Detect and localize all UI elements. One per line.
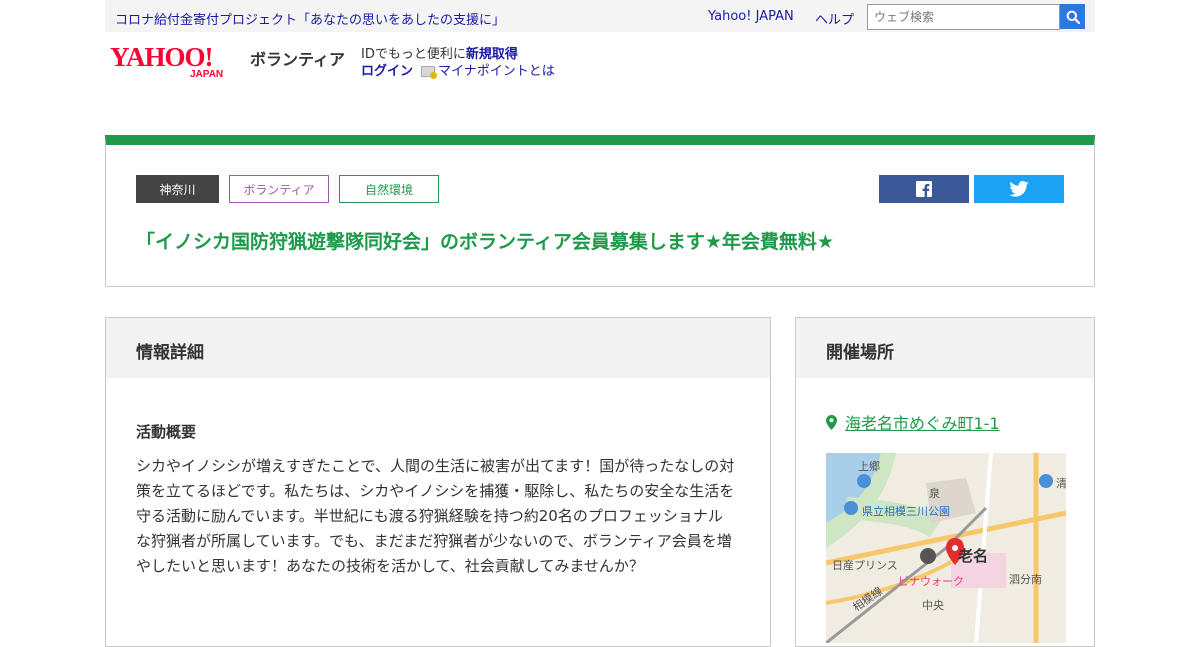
tag-category[interactable]: ボランティア — [229, 175, 329, 203]
corona-donation-link[interactable]: コロナ給付金寄付プロジェクト「あなたの思いをあしたの支援に」 — [115, 9, 505, 28]
map-graphic — [826, 453, 1066, 643]
web-search-input[interactable] — [867, 4, 1060, 30]
map-label-chuo: 中央 — [922, 599, 944, 612]
page-title: 「イノシカ国防狩猟遊撃隊同好会」のボランティア会員募集します★年会費無料★ — [136, 231, 834, 253]
help-link[interactable]: ヘルプ — [815, 9, 854, 28]
tag-prefecture[interactable]: 神奈川 — [136, 175, 219, 203]
yahoo-japan-logo[interactable]: YAHOO! JAPAN — [110, 42, 250, 82]
venue-map[interactable]: 上郷 泉 県立相模三川公園 日産プリンス 老名 ビナウォーク 相模線 中央 泗分… — [826, 453, 1066, 643]
twitter-share-button[interactable] — [974, 175, 1064, 203]
facebook-share-button[interactable] — [879, 175, 969, 203]
activity-summary-title: 活動概要 — [136, 423, 197, 441]
venue-address-link[interactable]: 海老名市めぐみ町1-1 — [826, 410, 1000, 434]
detail-panel: 情報詳細 活動概要 シカやイノシシが増えすぎたことで、人間の生活に被害が出てます… — [105, 317, 771, 647]
login-line: ログイン マイナポイントとは — [361, 60, 555, 79]
mynapoint-link[interactable]: マイナポイントとは — [438, 64, 555, 79]
map-label-sei: 清 — [1056, 477, 1066, 490]
map-label-kamigou: 上郷 — [858, 460, 880, 473]
map-label-park: 県立相模三川公園 — [862, 505, 950, 518]
search-button[interactable] — [1060, 4, 1085, 29]
twitter-icon — [1009, 181, 1029, 197]
map-label-imaizumi: 泗分南 — [1009, 573, 1042, 586]
top-bar: コロナ給付金寄付プロジェクト「あなたの思いをあしたの支援に」 Yahoo! JA… — [105, 0, 1095, 32]
venue-panel: 開催場所 海老名市めぐみ町1-1 上郷 泉 県立相模三川公園 日産プリンス 老名… — [795, 317, 1095, 647]
map-pin-icon — [826, 414, 837, 430]
title-card: 神奈川 ボランティア 自然環境 「イノシカ国防狩猟遊撃隊同好会」のボランティア会… — [105, 135, 1095, 287]
venue-heading: 開催場所 — [796, 318, 1094, 378]
tag-field[interactable]: 自然環境 — [339, 175, 439, 203]
login-link[interactable]: ログイン — [361, 64, 413, 79]
map-label-izumi: 泉 — [929, 487, 940, 500]
map-label-prince: 日産プリンス — [832, 559, 898, 572]
svg-text:JAPAN: JAPAN — [190, 69, 223, 80]
search-icon — [1066, 10, 1080, 24]
yahoo-japan-link[interactable]: Yahoo! JAPAN — [708, 9, 794, 24]
activity-summary: シカやイノシシが増えすぎたことで、人間の生活に被害が出てます！国が待ったなしの対… — [136, 457, 735, 575]
map-label-ebina: 老名 — [958, 547, 989, 565]
venue-address: 海老名市めぐみ町1-1 — [845, 414, 1000, 433]
map-label-vinawalk: ビナウォーク — [898, 575, 964, 588]
svg-text:YAHOO!: YAHOO! — [110, 42, 213, 72]
detail-heading: 情報詳細 — [106, 318, 770, 378]
mynapoint-icon — [421, 66, 438, 79]
service-name: ボランティア — [250, 50, 346, 69]
facebook-icon — [916, 181, 932, 197]
